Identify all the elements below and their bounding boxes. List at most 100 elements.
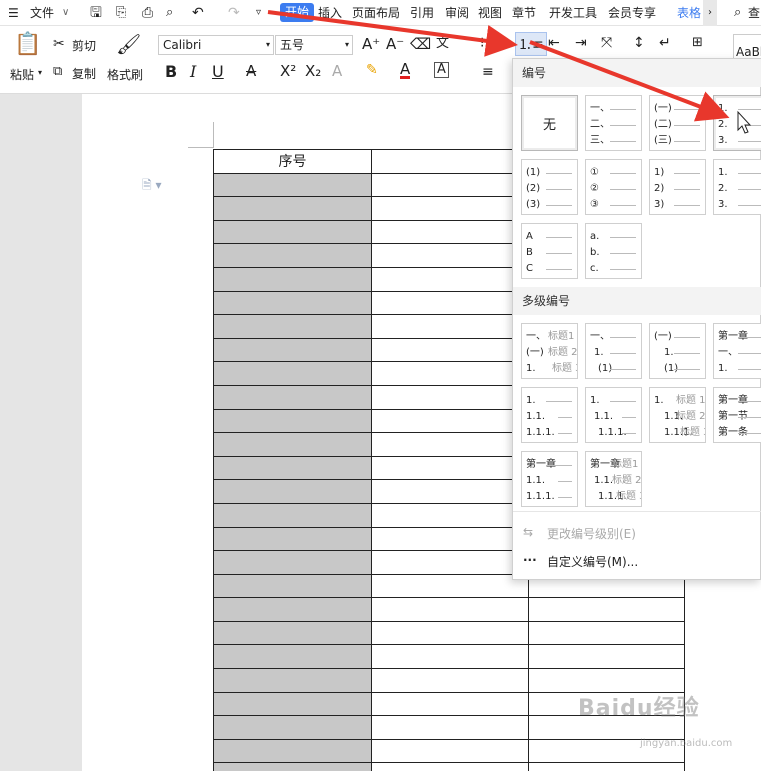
- multilevel-style-card[interactable]: 1. 1.1. 1.1.1.: [585, 387, 642, 443]
- sort-icon[interactable]: ↕: [633, 35, 645, 51]
- numbered-list-icon[interactable]: ⒈≡: [515, 32, 547, 56]
- ruler-icon[interactable]: ⊞: [692, 35, 703, 50]
- phonetic-icon[interactable]: 文: [436, 32, 449, 51]
- table-cell[interactable]: [371, 314, 529, 339]
- multilevel-style-card[interactable]: (一) 1. (1): [649, 323, 706, 379]
- tab-insert[interactable]: 插入: [318, 0, 342, 26]
- numbering-style-card[interactable]: 一、 二、 三、: [585, 95, 642, 151]
- strikethrough-icon[interactable]: A: [246, 62, 256, 80]
- table-cell[interactable]: [371, 668, 529, 693]
- table-cell[interactable]: [213, 408, 372, 434]
- table-cell[interactable]: [213, 432, 372, 457]
- align-left-icon[interactable]: ≡: [482, 64, 494, 80]
- table-cell[interactable]: [371, 502, 529, 528]
- table-cell[interactable]: [213, 762, 372, 771]
- table-cell[interactable]: [213, 502, 372, 528]
- table-cell[interactable]: [213, 384, 372, 410]
- numbering-style-card[interactable]: 1. 2. 3.: [713, 159, 761, 215]
- bold-icon[interactable]: B: [165, 62, 177, 81]
- font-select[interactable]: Calibri ▾: [158, 35, 274, 55]
- grow-font-icon[interactable]: A⁺: [362, 35, 380, 53]
- menu-icon[interactable]: ☰: [8, 0, 19, 26]
- table-cell[interactable]: [213, 691, 372, 717]
- table-cell[interactable]: [213, 196, 372, 221]
- bullet-list-icon[interactable]: ⁝≡: [480, 35, 496, 51]
- numbering-style-card[interactable]: (一) (二) (三): [649, 95, 706, 151]
- tab-review[interactable]: 审阅: [445, 0, 469, 26]
- numbering-none-card[interactable]: 无: [521, 95, 578, 151]
- multilevel-style-card[interactable]: 第一章标题11.1.标题 21.1.1.标题 3: [585, 451, 642, 507]
- table-cell[interactable]: [213, 573, 372, 599]
- numbering-style-card[interactable]: ABC: [521, 223, 578, 279]
- multilevel-style-card[interactable]: 第一章 1.1. 1.1.1.: [521, 451, 578, 507]
- change-level-item[interactable]: 更改编号级别(E): [547, 525, 636, 542]
- multilevel-style-card[interactable]: 第一章 一、 1.: [713, 323, 761, 379]
- table-cell[interactable]: [213, 243, 372, 268]
- table-cell[interactable]: [371, 762, 529, 771]
- table-cell[interactable]: [213, 337, 372, 363]
- table-cell[interactable]: [371, 337, 529, 363]
- table-cell[interactable]: [371, 243, 529, 268]
- file-menu[interactable]: 文件: [30, 0, 54, 26]
- format-painter-button[interactable]: 格式刷: [107, 66, 143, 83]
- table-cell[interactable]: [371, 361, 529, 386]
- highlight-icon[interactable]: ✎: [366, 62, 378, 78]
- table-cell[interactable]: [371, 715, 529, 740]
- table-cell[interactable]: [371, 384, 529, 410]
- paste-button[interactable]: 粘贴: [10, 66, 34, 83]
- table-cell[interactable]: [371, 597, 529, 622]
- multilevel-style-card[interactable]: 一、 1. (1): [585, 323, 642, 379]
- table-cell[interactable]: [213, 620, 372, 646]
- table-cell[interactable]: [371, 455, 529, 481]
- header-cell[interactable]: [371, 149, 529, 174]
- table-cell[interactable]: [528, 620, 685, 646]
- table-cell[interactable]: [371, 738, 529, 764]
- tab-member[interactable]: 会员专享: [608, 0, 656, 26]
- table-cell[interactable]: [213, 219, 372, 245]
- table-cell[interactable]: [371, 219, 529, 245]
- numbering-style-card[interactable]: 1. 2. 3.: [713, 95, 761, 151]
- table-cell[interactable]: [371, 290, 529, 316]
- header-cell-serial[interactable]: 序号: [213, 149, 372, 174]
- multilevel-style-card[interactable]: 第一章 第一节 第一条: [713, 387, 761, 443]
- font-color-icon[interactable]: A: [400, 62, 411, 79]
- show-marks-icon[interactable]: ↵: [659, 35, 671, 51]
- numbering-style-card[interactable]: (1) (2) (3): [521, 159, 578, 215]
- tab-references[interactable]: 引用: [410, 0, 434, 26]
- char-border-icon[interactable]: A: [434, 62, 449, 78]
- table-cell[interactable]: [528, 762, 685, 771]
- table-cell[interactable]: [213, 644, 372, 670]
- table-cell[interactable]: [213, 172, 372, 198]
- undo-icon[interactable]: ↶: [192, 0, 204, 26]
- customize-icon[interactable]: ▿: [256, 0, 261, 26]
- tab-developer[interactable]: 开发工具: [549, 0, 597, 26]
- table-cell[interactable]: [371, 644, 529, 670]
- underline-icon[interactable]: U: [212, 62, 224, 81]
- table-cell[interactable]: [371, 266, 529, 292]
- table-cell[interactable]: [371, 196, 529, 221]
- table-cell[interactable]: [213, 738, 372, 764]
- document-icon[interactable]: 🗎 ▾: [142, 176, 162, 197]
- table-cell[interactable]: [371, 620, 529, 646]
- multilevel-style-card[interactable]: 1. 1.1. 1.1.1.: [521, 387, 578, 443]
- custom-numbering-item[interactable]: 自定义编号(M)...: [547, 553, 638, 570]
- table-cell[interactable]: [213, 597, 372, 622]
- table-cell[interactable]: [213, 314, 372, 339]
- cut-button[interactable]: 剪切: [72, 37, 96, 54]
- italic-icon[interactable]: I: [190, 62, 196, 81]
- tab-layout[interactable]: 页面布局: [352, 0, 400, 26]
- table-cell[interactable]: [213, 266, 372, 292]
- print-icon[interactable]: ⎙: [142, 0, 153, 26]
- table-cell[interactable]: [213, 526, 372, 552]
- subscript-icon[interactable]: X₂: [305, 62, 321, 80]
- table-cell[interactable]: [213, 479, 372, 504]
- table-cell[interactable]: [371, 573, 529, 599]
- export-icon[interactable]: ⎘: [116, 0, 126, 26]
- clear-format-icon[interactable]: ⌫: [410, 35, 431, 53]
- chevron-down-icon[interactable]: ∨: [62, 0, 69, 26]
- table-cell[interactable]: [213, 550, 372, 575]
- numbering-style-card[interactable]: 1) 2) 3): [649, 159, 706, 215]
- table-cell[interactable]: [371, 479, 529, 504]
- table-cell[interactable]: [371, 408, 529, 434]
- table-cell[interactable]: [213, 455, 372, 481]
